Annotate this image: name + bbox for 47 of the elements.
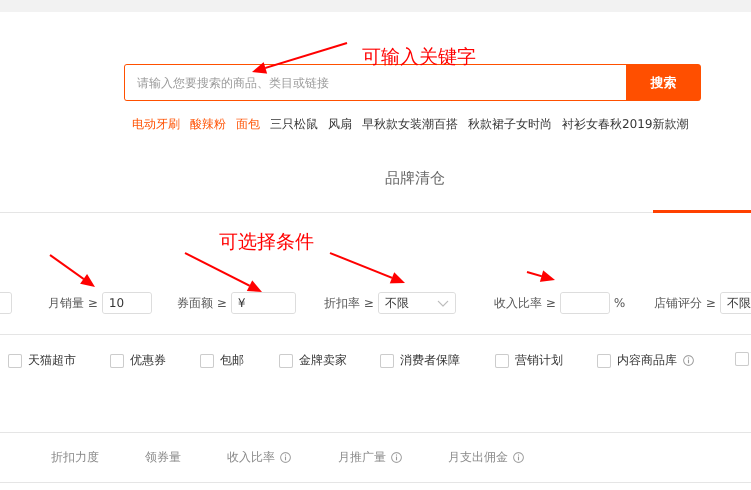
- search-button[interactable]: 搜索: [626, 64, 701, 101]
- filter-select[interactable]: 不限: [720, 292, 751, 314]
- annotation-text: 可选择条件: [219, 230, 314, 255]
- chevron-down-icon: [436, 300, 449, 306]
- checkbox-label: 消费者保障: [400, 352, 460, 369]
- column-header[interactable]: 月推广量: [338, 449, 386, 466]
- hot-word-link[interactable]: 面包: [236, 116, 260, 133]
- checkbox-label: 天猫超市: [28, 352, 76, 369]
- hot-word-link[interactable]: 早秋款女装潮百搭: [362, 116, 458, 133]
- tab[interactable]: 品牌清仓: [350, 150, 480, 213]
- filter-label: 月销量 ≥: [48, 294, 98, 312]
- column-header[interactable]: 折扣力度: [51, 449, 99, 466]
- input-field[interactable]: [0, 292, 12, 314]
- hot-word-link[interactable]: 风扇: [328, 116, 352, 133]
- filter-label: 店铺评分 ≥: [654, 294, 716, 312]
- filter-label: 券面额 ≥: [177, 294, 227, 312]
- checkbox[interactable]: [380, 354, 394, 368]
- checkbox-label: 包邮: [220, 352, 244, 369]
- filter-input[interactable]: ¥: [230, 292, 296, 314]
- checkbox[interactable]: [8, 354, 22, 368]
- hot-word-link[interactable]: 衬衫女春秋2019新款潮: [562, 116, 689, 133]
- checkbox[interactable]: [495, 354, 509, 368]
- checkbox[interactable]: [279, 354, 293, 368]
- checkbox-label: 优惠券: [130, 352, 166, 369]
- column-header[interactable]: 领券量: [145, 449, 181, 466]
- checkbox[interactable]: [200, 354, 214, 368]
- annotation-arrow: [49, 254, 95, 287]
- column-header[interactable]: 月支出佣金: [448, 449, 508, 466]
- search-input[interactable]: 请输入您要搜索的商品、类目或链接: [125, 65, 626, 100]
- column-header[interactable]: 收入比率: [227, 449, 275, 466]
- checkbox-label: 营销计划: [515, 352, 563, 369]
- hot-word-link[interactable]: 电动牙刷: [132, 116, 180, 133]
- checkbox-label: 金牌卖家: [299, 352, 347, 369]
- filter-select[interactable]: 不限: [378, 292, 456, 314]
- filter-label: 收入比率 ≥: [494, 294, 556, 312]
- unit-label: %: [614, 296, 626, 310]
- filter-input[interactable]: 10: [102, 292, 152, 314]
- filter-input[interactable]: [560, 292, 610, 314]
- hot-word-link[interactable]: 秋款裙子女时尚: [468, 116, 552, 133]
- checkbox[interactable]: [735, 352, 749, 366]
- checkbox[interactable]: [597, 354, 611, 368]
- checkbox-label: 内容商品库: [617, 352, 677, 369]
- annotation-arrow: [526, 270, 555, 282]
- checkbox[interactable]: [110, 354, 124, 368]
- filter-label: 折扣率 ≥: [324, 294, 374, 312]
- hot-word-link[interactable]: 酸辣粉: [190, 116, 226, 133]
- hot-word-link[interactable]: 三只松鼠: [270, 116, 318, 133]
